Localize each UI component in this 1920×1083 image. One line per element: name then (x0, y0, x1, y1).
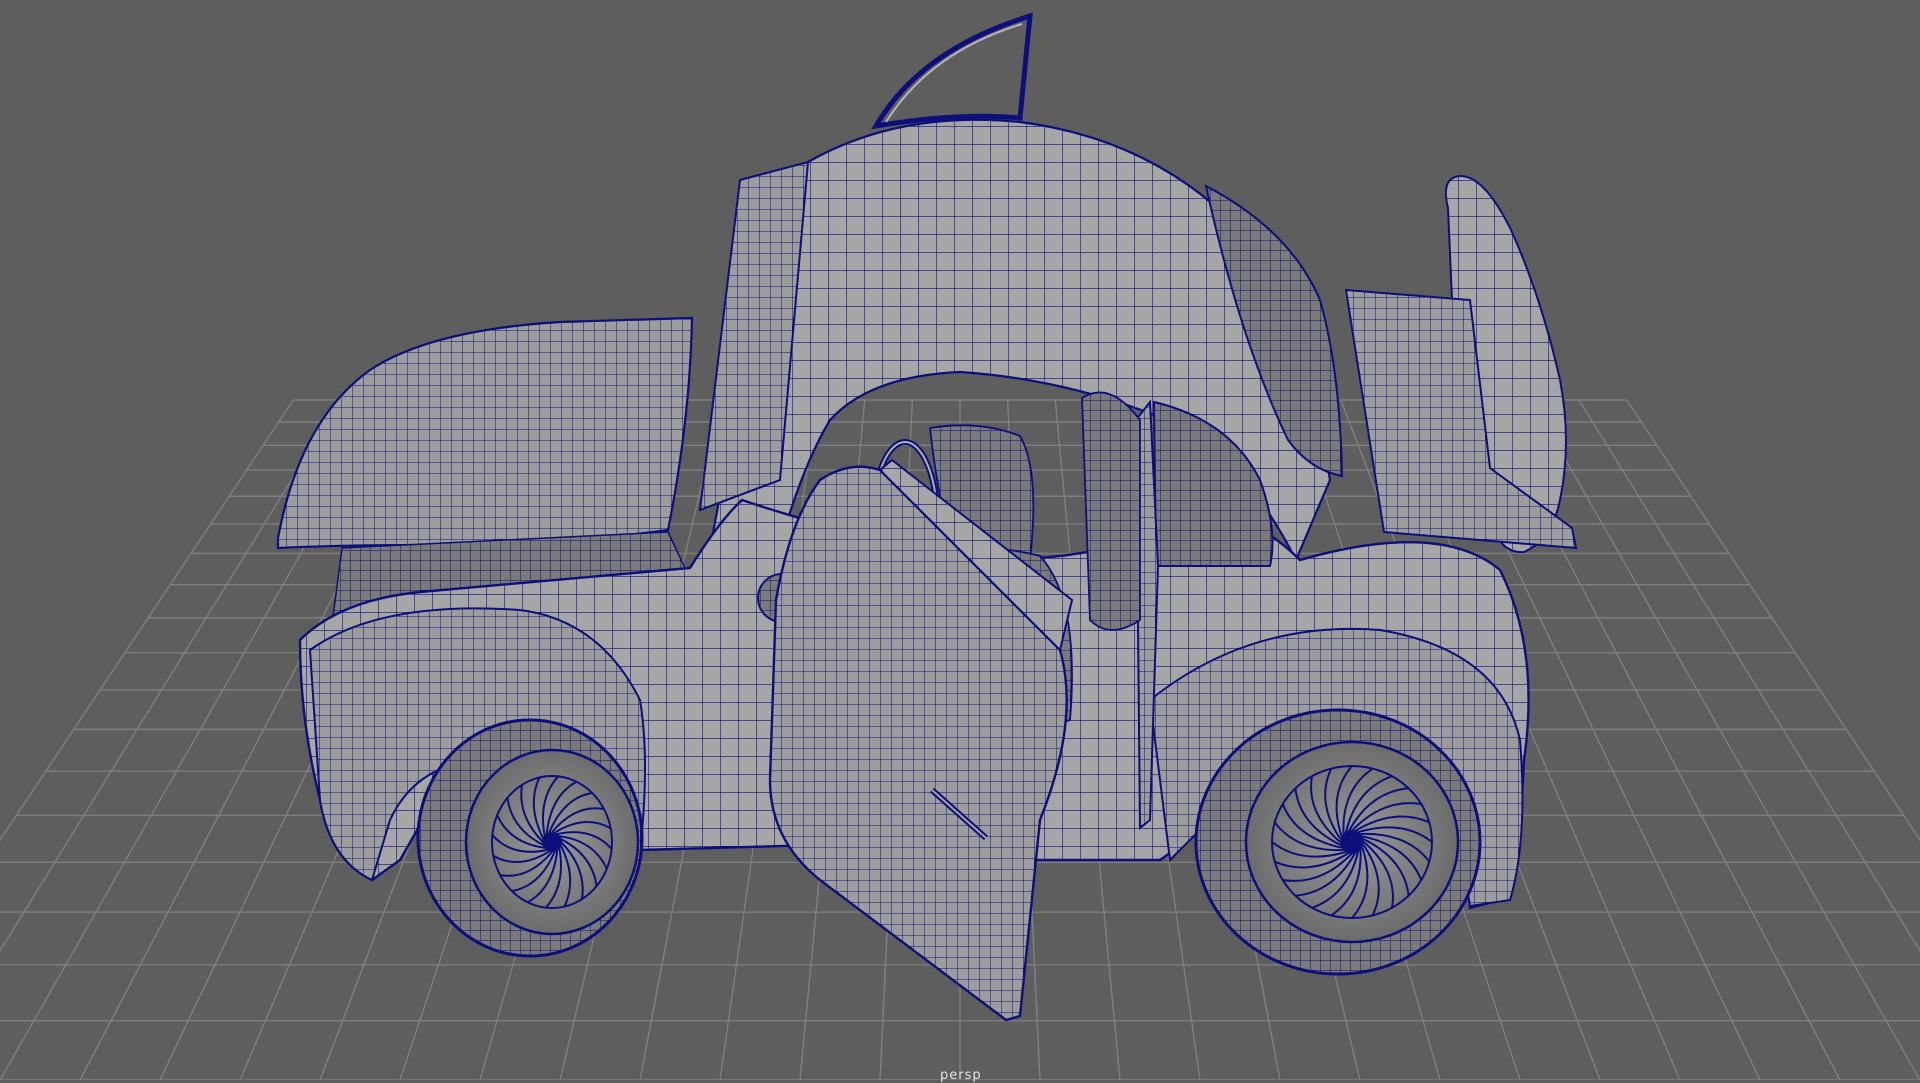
grid-line (1530, 399, 1920, 1080)
scene-canvas[interactable] (0, 0, 1920, 1080)
front-wheel (416, 718, 644, 958)
3d-viewport[interactable]: persp (0, 0, 1920, 1083)
grid-line (1578, 399, 1920, 953)
rear-spoiler (1344, 174, 1578, 554)
rear-wheel (1194, 708, 1482, 976)
grid-line (1626, 399, 1920, 842)
camera-label: persp (940, 1068, 982, 1083)
grid-line (0, 399, 294, 842)
hood-panel (276, 316, 694, 550)
